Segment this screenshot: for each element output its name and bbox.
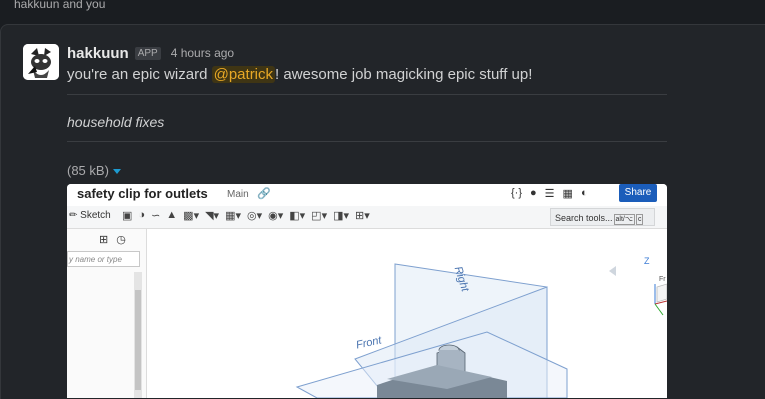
- link-icon: 🔗: [257, 188, 271, 200]
- scrollbar: [134, 272, 142, 398]
- user-mention[interactable]: @patrick: [211, 66, 276, 83]
- app-badge: APP: [134, 46, 161, 60]
- apps-icon: ▦: [562, 188, 573, 200]
- transform-icon: ◉▾: [268, 210, 284, 222]
- onshape-titlebar: safety clip for outlets Main 🔗 {·} ● ☰ ▦…: [67, 184, 667, 205]
- fillet-icon: ◥▾: [205, 210, 220, 222]
- shortcut-key-1: alt/⌥: [613, 214, 635, 225]
- shortcut-key-2: c: [635, 214, 644, 225]
- pattern-icon: ▦▾: [225, 210, 241, 222]
- message-timestamp[interactable]: 4 hours ago: [171, 46, 234, 60]
- thicken-icon: ▩▾: [183, 210, 200, 222]
- bell-icon: ●: [530, 187, 537, 199]
- point-icon: ⊞▾: [355, 210, 370, 222]
- message-text-before: you're an epic wizard: [67, 66, 212, 83]
- conversation-header: hakkuun and you: [0, 0, 765, 24]
- plane-icon: ◧▾: [289, 210, 306, 222]
- attached-image[interactable]: safety clip for outlets Main 🔗 {·} ● ☰ ▦…: [67, 184, 667, 398]
- model-view: [295, 263, 667, 398]
- message-text: you're an epic wizard @patrick! awesome …: [67, 66, 532, 83]
- author-name[interactable]: hakkuun: [67, 45, 129, 62]
- scroll-thumb: [135, 290, 141, 390]
- search-tools-label: Search tools...: [555, 213, 613, 223]
- message-text-after: ! awesome job magicking epic stuff up!: [275, 66, 533, 83]
- variables-icon: {·}: [511, 187, 523, 199]
- add-folder-icon: ⊞: [99, 234, 109, 246]
- view-cube-axis-label: Z: [644, 256, 650, 266]
- globe-icon: ◐: [580, 187, 588, 199]
- divider: [67, 141, 667, 142]
- titlebar-icons: {·} ● ☰ ▦ ◐: [511, 187, 588, 200]
- sheet-icon: ◨▾: [333, 210, 350, 222]
- filter-input: y name or type: [67, 251, 140, 267]
- file-size-label: (85 kB): [67, 163, 109, 178]
- view-cube-arrow: [609, 266, 616, 276]
- message-header: hakkuun APP 4 hours ago: [67, 44, 234, 62]
- toolbar-icons: ▣ ◑ ∽ ▲ ▩▾ ◥▾ ▦▾ ◎▾ ◉▾ ◧▾ ◰▾ ◨▾ ⊞▾: [122, 209, 370, 222]
- boolean-icon: ◎▾: [247, 210, 263, 222]
- part-cylinder: [439, 350, 459, 360]
- revolve-icon: ◑: [138, 209, 146, 221]
- mate-icon: ◰▾: [311, 210, 328, 222]
- view-cube-face-label: Fr: [659, 276, 666, 283]
- branch-label: Main: [227, 189, 249, 200]
- view-cube: [656, 283, 667, 303]
- extrude-icon: ▣: [122, 210, 133, 222]
- search-tools-input: Search tools... alt/⌥ c: [550, 208, 655, 226]
- raccoon-avatar-icon: [23, 44, 59, 80]
- document-title: safety clip for outlets: [77, 186, 208, 201]
- 3d-viewport: Right Front Z Fr: [147, 229, 667, 398]
- divider: [67, 94, 667, 95]
- sweep-icon: ∽: [151, 210, 161, 222]
- share-button: Share: [619, 184, 657, 202]
- chevron-down-icon[interactable]: [112, 169, 121, 174]
- avatar[interactable]: [23, 44, 59, 80]
- list-icon: ☰: [544, 188, 555, 200]
- y-axis: [654, 303, 664, 316]
- file-size-toggle[interactable]: (85 kB): [67, 163, 121, 178]
- feature-list-panel: ⊞ ◷ y name or type: [67, 229, 147, 398]
- attachment-title: household fixes: [67, 114, 165, 130]
- sketch-label: Sketch: [80, 210, 111, 221]
- feature-list-icons: ⊞ ◷: [99, 233, 126, 246]
- conversation-title: hakkuun and you: [14, 0, 106, 11]
- clock-icon: ◷: [116, 234, 126, 246]
- loft-icon: ▲: [166, 209, 178, 221]
- sketch-tool: ✏ Sketch: [69, 210, 111, 221]
- feature-toolbar: ✏ Sketch ▣ ◑ ∽ ▲ ▩▾ ◥▾ ▦▾ ◎▾ ◉▾ ◧▾ ◰▾ ◨▾…: [67, 206, 667, 229]
